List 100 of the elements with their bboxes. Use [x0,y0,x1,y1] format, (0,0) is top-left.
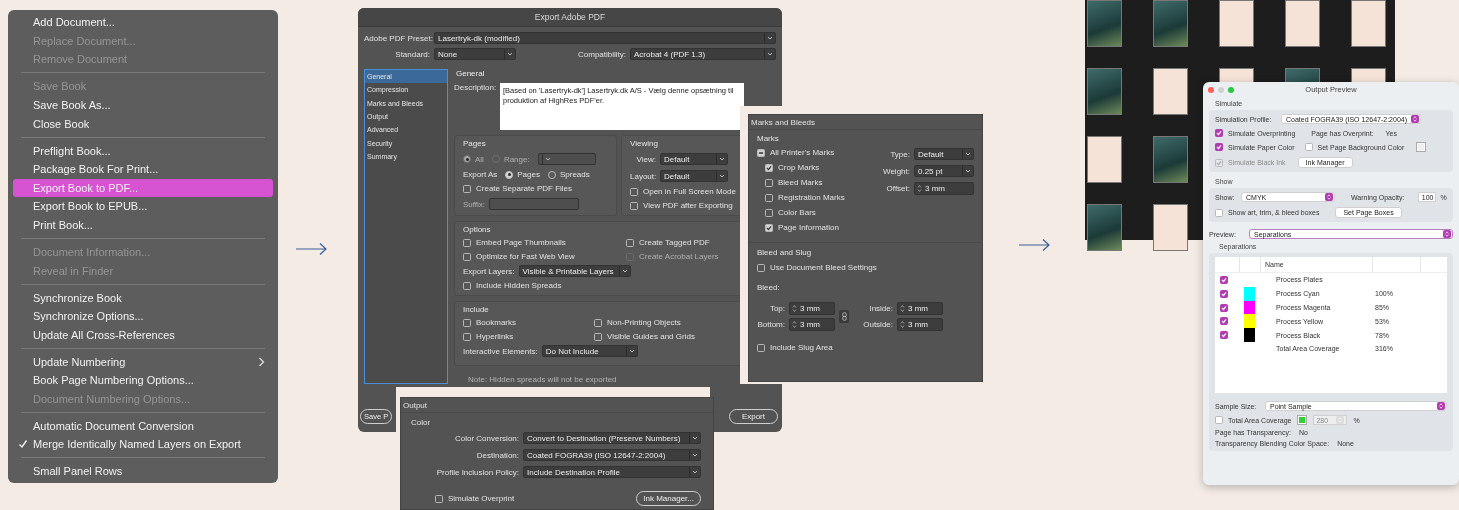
dropdown[interactable]: Convert to Destination (Preserve Numbers) [523,432,701,444]
color-swatch[interactable] [1416,142,1427,152]
checkbox-label: Create Acrobat Layers [639,252,719,261]
chevron-down-icon [764,33,775,43]
field-label: Standard: [394,49,430,59]
photo-placeholder[interactable] [1087,68,1122,115]
checkbox[interactable] [1304,143,1313,151]
checkbox-label: Crop Marks [778,163,820,172]
checkbox[interactable] [630,201,638,210]
dropdown[interactable]: None [434,48,516,60]
checkbox[interactable] [463,184,471,193]
dropdown[interactable]: Include Destination Profile [523,466,701,478]
page-thumbnail[interactable] [1285,0,1320,47]
export-button[interactable]: Export [728,409,778,424]
suffix-field[interactable] [489,198,580,210]
dropdown[interactable]: Coated FOGRA39 (ISO 12647-2:2004) [523,449,701,461]
page-thumbnail[interactable] [1219,0,1254,47]
menu-item[interactable]: Synchronize Book [13,288,273,307]
stepper-icon[interactable] [900,320,905,329]
menu-item[interactable]: Small Panel Rows [13,462,273,481]
number-field[interactable]: 3 mm [789,318,835,331]
checkbox[interactable] [765,178,773,187]
field-label: Suffix: [463,199,486,209]
menu-item[interactable]: Book Page Numbering Options... [13,370,273,390]
menu-item[interactable]: Merge Identically Named Layers on Export [13,435,273,454]
field-label: Offset: [886,184,910,193]
checkbox[interactable] [594,332,602,341]
page-thumbnail[interactable] [1087,136,1122,183]
stepper-icon[interactable] [900,304,905,313]
link-button[interactable] [839,310,849,323]
checkbox[interactable] [463,238,471,247]
menu-item[interactable]: Save Book As... [13,95,273,115]
checkbox[interactable] [1215,416,1223,424]
menu-item[interactable]: Synchronize Options... [13,306,273,326]
checkbox[interactable] [1215,143,1223,151]
checkbox[interactable] [765,223,773,232]
menu-item[interactable]: Close Book [13,114,273,133]
dropdown[interactable]: Do Not Include [541,345,638,357]
page-thumbnail[interactable] [1351,0,1386,47]
checkbox[interactable] [463,281,471,290]
menu-item[interactable]: Print Book... [13,215,273,235]
checkbox[interactable] [765,208,773,217]
dropdown[interactable]: 0.25 pt [914,165,974,177]
dropdown[interactable]: Visible & Printable Layers [518,265,631,277]
checkmark-icon [766,224,772,231]
checkbox[interactable] [630,187,638,196]
menu-item[interactable]: Package Book For Print... [13,159,273,179]
stepper-icon [1325,193,1333,201]
color-swatch[interactable] [1297,415,1308,425]
checkbox[interactable] [765,193,773,202]
number-field[interactable]: 3 mm [897,318,943,331]
menu-item[interactable]: Preflight Book... [13,141,273,160]
dropdown[interactable]: Lasertryk-dk (modified) [434,32,776,44]
menu-item[interactable]: Export Book to EPUB... [13,197,273,216]
page-thumbnail[interactable] [1153,204,1188,251]
number-field[interactable]: 3 mm [789,302,835,315]
checkbox[interactable] [1215,208,1223,217]
checkbox[interactable] [594,318,602,327]
menu-item[interactable]: Update All Cross-References [13,325,273,344]
dropdown[interactable]: Default [914,148,974,160]
checkbox[interactable] [1215,129,1223,137]
number-field[interactable]: 3 mm [914,182,974,195]
group-title: Include [463,305,490,314]
checkbox[interactable] [765,163,773,172]
ink-manager-button[interactable]: Ink Manager... [636,491,701,506]
checkbox[interactable] [1220,317,1228,326]
checkbox[interactable] [463,318,471,327]
menu-item[interactable]: Add Document... [13,13,273,32]
checkbox-label: Bookmarks [476,318,516,327]
menu-item[interactable]: Automatic Document Conversion [13,416,273,436]
page-thumbnail[interactable] [1153,68,1188,115]
checkbox[interactable] [463,252,471,261]
photo-placeholder[interactable] [1087,204,1122,251]
close-button[interactable] [1208,86,1214,93]
photo-placeholder[interactable] [1087,0,1122,47]
checkbox[interactable] [1220,331,1228,340]
checkbox[interactable] [1220,275,1228,284]
checkbox[interactable] [435,494,443,503]
checkbox[interactable] [757,148,765,157]
checkbox[interactable] [1220,289,1228,298]
stepper-icon[interactable] [917,184,922,193]
photo-placeholder[interactable] [1153,0,1188,47]
chevron-down-icon [625,346,637,356]
dropdown[interactable]: Acrobat 4 (PDF 1.3) [630,48,776,60]
radio-button[interactable] [505,170,514,179]
dropdown[interactable]: Default [660,153,728,165]
checkbox[interactable] [463,332,471,341]
checkbox[interactable] [757,343,765,352]
stepper-icon[interactable] [792,320,797,329]
checkbox[interactable] [1220,303,1228,312]
checkbox-label: Use Document Bleed Settings [770,263,877,272]
zoom-button[interactable] [1228,86,1234,93]
photo-placeholder[interactable] [1153,136,1188,183]
number-field[interactable]: 3 mm [897,302,943,315]
checkbox[interactable] [626,238,634,247]
dropdown[interactable]: Default [660,170,728,182]
field-label: Bleed: [757,283,780,292]
checkbox[interactable] [757,263,765,272]
menu-item[interactable]: Update Numbering [13,352,273,371]
stepper-icon[interactable] [792,304,797,313]
